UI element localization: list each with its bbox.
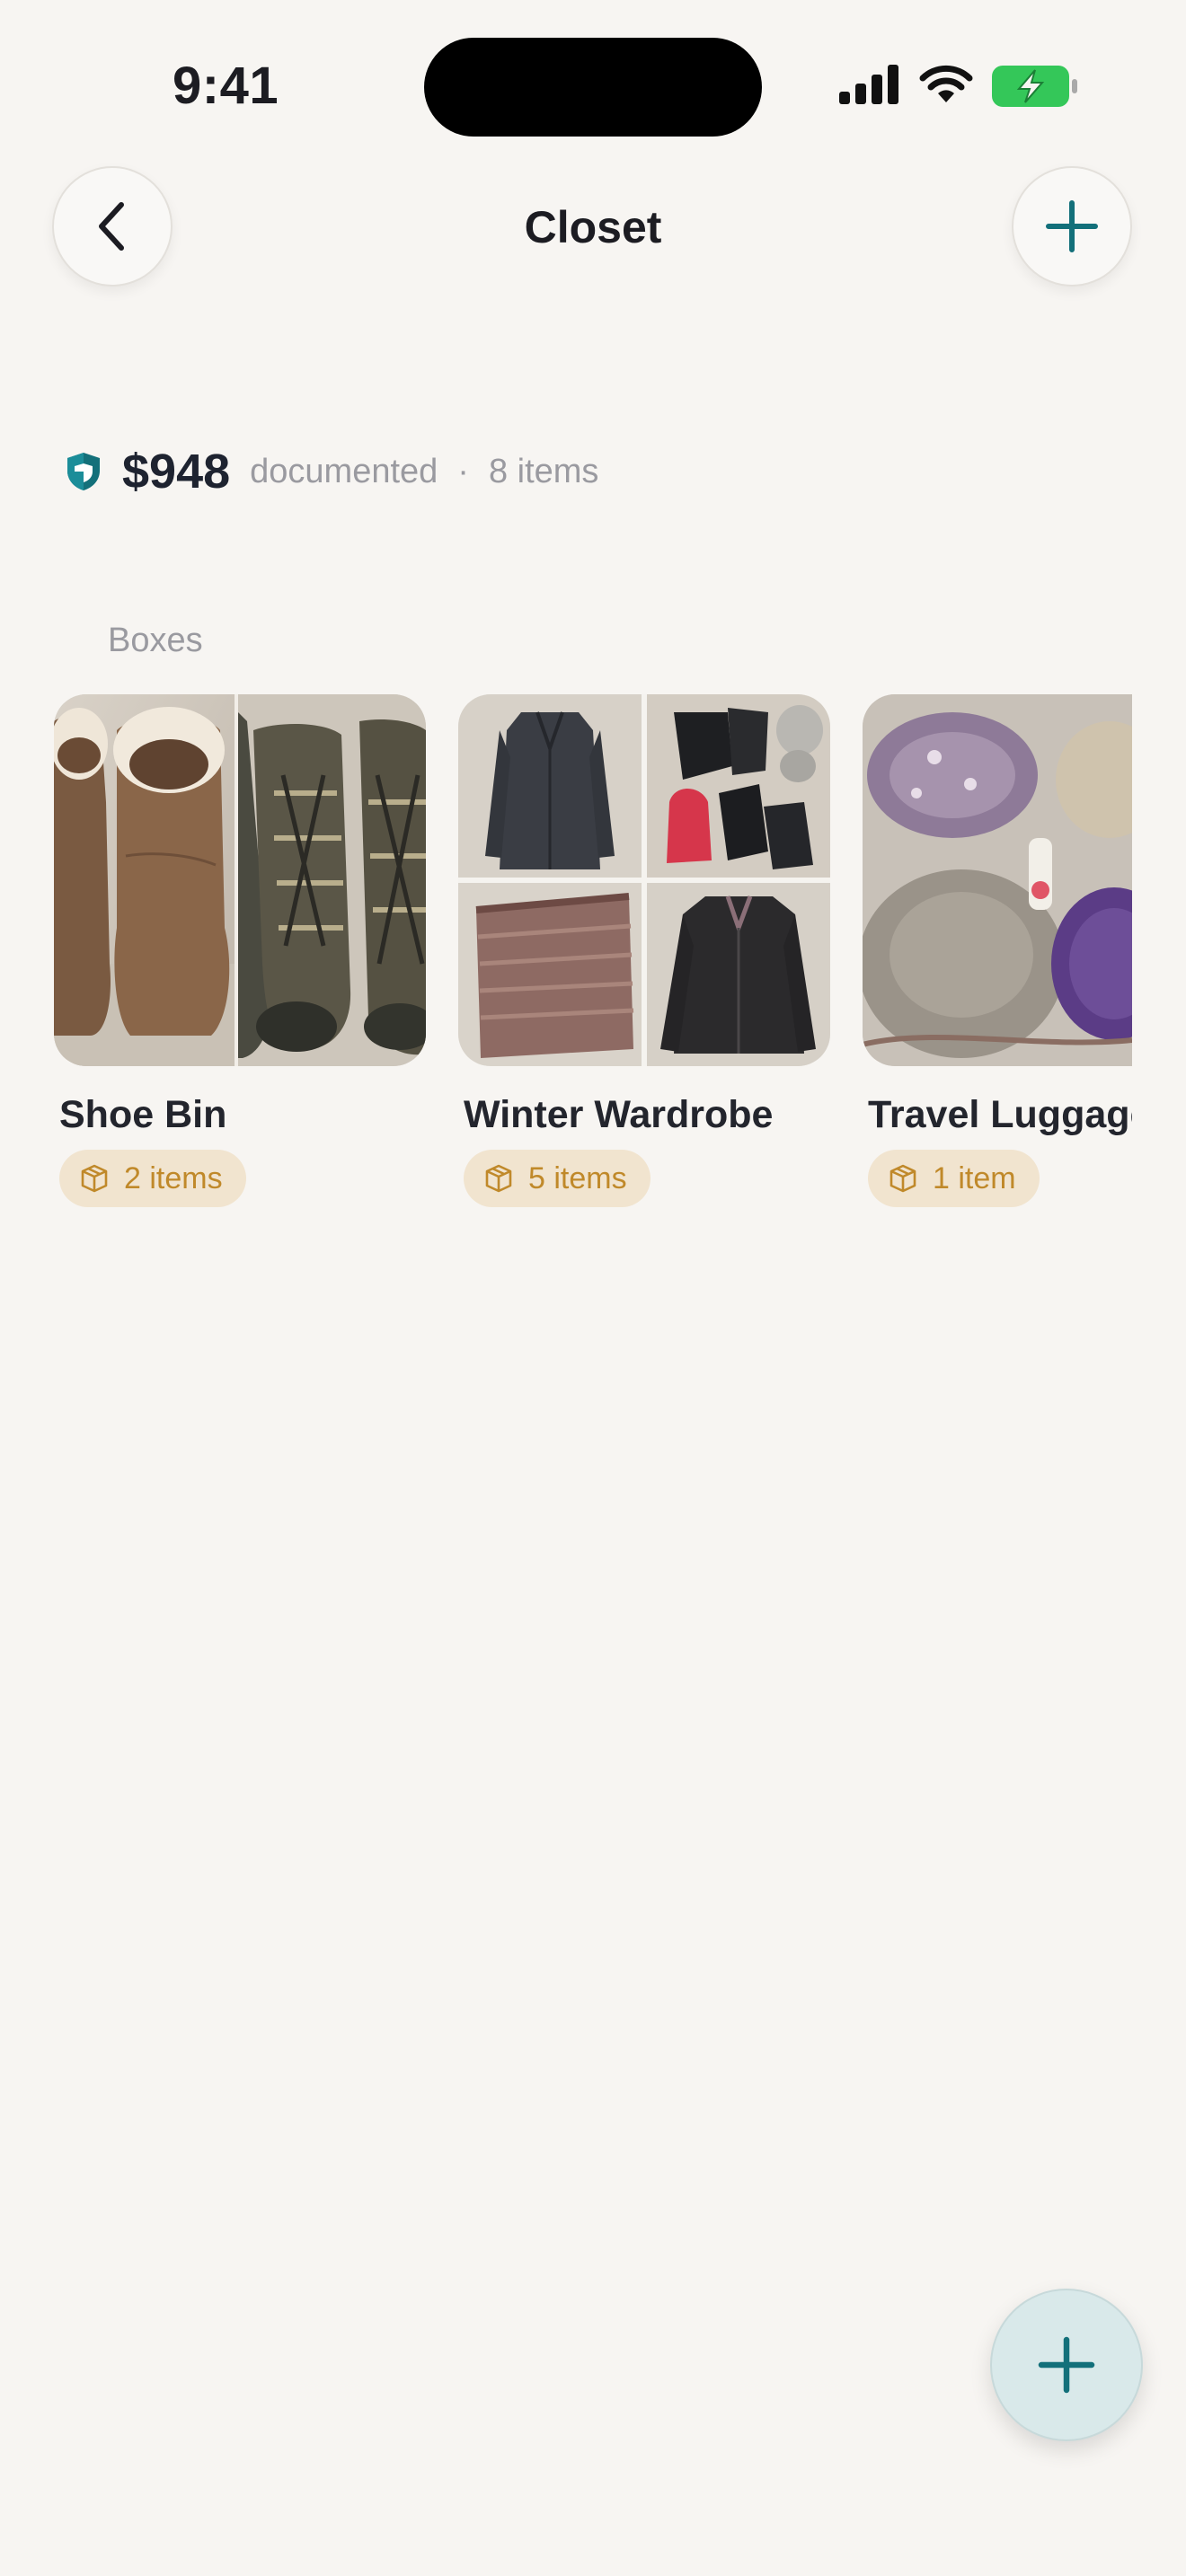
documented-label: documented — [250, 452, 438, 490]
travel-luggage-photo — [863, 694, 1132, 1066]
plus-icon — [1038, 2336, 1095, 2394]
value-summary: $948 documented · 8 items — [65, 440, 598, 503]
wifi-icon — [919, 65, 973, 102]
box-icon — [81, 1164, 108, 1193]
boots-photo — [54, 694, 238, 1066]
jacket-photo — [647, 883, 830, 1066]
separator-dot: · — [457, 452, 469, 490]
item-count: 8 items — [488, 452, 599, 490]
item-count-label: 2 items — [124, 1160, 223, 1195]
page-title: Closet — [524, 202, 662, 252]
status-time: 9:41 — [173, 57, 279, 115]
floating-add-button[interactable] — [990, 2289, 1143, 2441]
winter-wardrobe-photos — [458, 694, 830, 1066]
shield-icon — [67, 453, 100, 490]
add-button[interactable] — [1012, 166, 1132, 287]
cellular-signal-icon — [839, 65, 898, 104]
box-card-shoe-bin[interactable]: Shoe Bin 2 items — [54, 694, 426, 1207]
box-thumbnail — [863, 694, 1132, 1066]
shoe-bin-photos — [54, 694, 426, 1066]
closet-screen: 9:41 Closet $948 documented · 8 items Bo… — [0, 0, 1186, 2576]
box-icon — [485, 1164, 512, 1193]
box-name: Travel Luggage — [868, 1093, 1132, 1136]
gloves-photo — [647, 694, 830, 878]
coat-photo — [458, 694, 642, 878]
box-icon — [890, 1164, 916, 1193]
boxes-carousel[interactable]: Shoe Bin 2 items Winter Wardrobe 5 items… — [0, 694, 1132, 1233]
box-card-winter-wardrobe[interactable]: Winter Wardrobe 5 items — [458, 694, 830, 1207]
battery-charging-icon — [992, 66, 1077, 107]
plus-icon — [1046, 200, 1098, 252]
boxes-section-title: Boxes — [108, 622, 203, 659]
item-count-badge: 1 item — [868, 1150, 1040, 1207]
documented-amount: $948 — [122, 445, 231, 498]
item-count-badge: 5 items — [464, 1150, 651, 1207]
sandals-photo — [238, 694, 426, 1066]
item-count-label: 5 items — [528, 1160, 627, 1195]
box-thumbnail — [458, 694, 830, 1066]
box-name: Winter Wardrobe — [464, 1093, 774, 1136]
item-count-badge: 2 items — [59, 1150, 246, 1207]
box-card-travel-luggage[interactable]: Travel Luggage 1 item — [863, 694, 1132, 1207]
status-bar: 9:41 — [0, 0, 1186, 153]
item-count-label: 1 item — [933, 1160, 1016, 1195]
box-name: Shoe Bin — [59, 1093, 227, 1136]
scarf-photo — [458, 883, 642, 1066]
dynamic-island — [424, 38, 762, 137]
box-thumbnail — [54, 694, 426, 1066]
